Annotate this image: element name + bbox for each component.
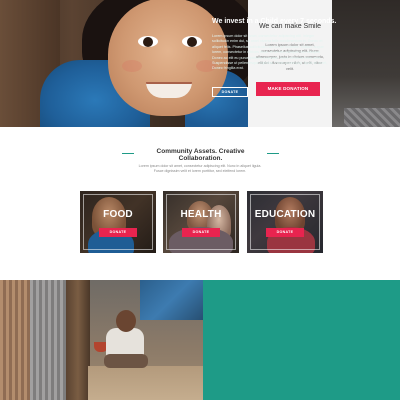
tile-education[interactable]: EDUCATION DONATE (247, 191, 323, 253)
tile-frame (166, 194, 236, 250)
photo-blue-tarp (140, 280, 203, 320)
tile-label: HEALTH (180, 209, 222, 220)
donate-education-button[interactable]: DONATE (266, 228, 304, 237)
hero-child-face (108, 0, 228, 116)
community-title-row: Community Assets. Creative Collaboration… (0, 148, 400, 162)
photo-child-head (116, 310, 136, 332)
title-rule-left (122, 153, 134, 154)
donate-health-button[interactable]: DONATE (182, 228, 220, 237)
hero-child-cheek-left (122, 60, 142, 72)
tile-label: EDUCATION (254, 209, 316, 220)
hero-child-eye-right (182, 36, 202, 47)
invest-title: We invest in a Child every 7 seconds. (212, 18, 337, 25)
invest-section (0, 280, 400, 400)
invest-body-text: Lorem ipsum dolor sit amet, consectetur … (212, 34, 328, 71)
tile-frame (83, 194, 153, 250)
hero-blanket (344, 108, 400, 127)
community-description: Lorem ipsum dolor sit amet, consectetur … (138, 164, 262, 173)
community-title: Community Assets. Creative Collaboration… (156, 148, 245, 162)
photo-tin-wall (0, 280, 30, 400)
hero-child-smile (146, 82, 192, 98)
invest-photo (0, 280, 203, 400)
make-donation-button[interactable]: MAKE DONATION (256, 82, 320, 96)
donate-food-button[interactable]: DONATE (99, 228, 137, 237)
tile-frame (250, 194, 320, 250)
photo-ground (88, 366, 203, 400)
photo-wood-post (66, 280, 90, 400)
community-section: Community Assets. Creative Collaboration… (0, 127, 400, 280)
tile-food[interactable]: FOOD DONATE (80, 191, 156, 253)
photo-child-legs (104, 354, 148, 368)
hero-child-eye-left (138, 36, 158, 47)
invest-panel (203, 280, 400, 400)
tile-health[interactable]: HEALTH DONATE (163, 191, 239, 253)
tile-label: FOOD (103, 209, 133, 220)
title-rule-right (267, 153, 279, 154)
invest-donate-button[interactable]: DONATE (212, 87, 248, 97)
